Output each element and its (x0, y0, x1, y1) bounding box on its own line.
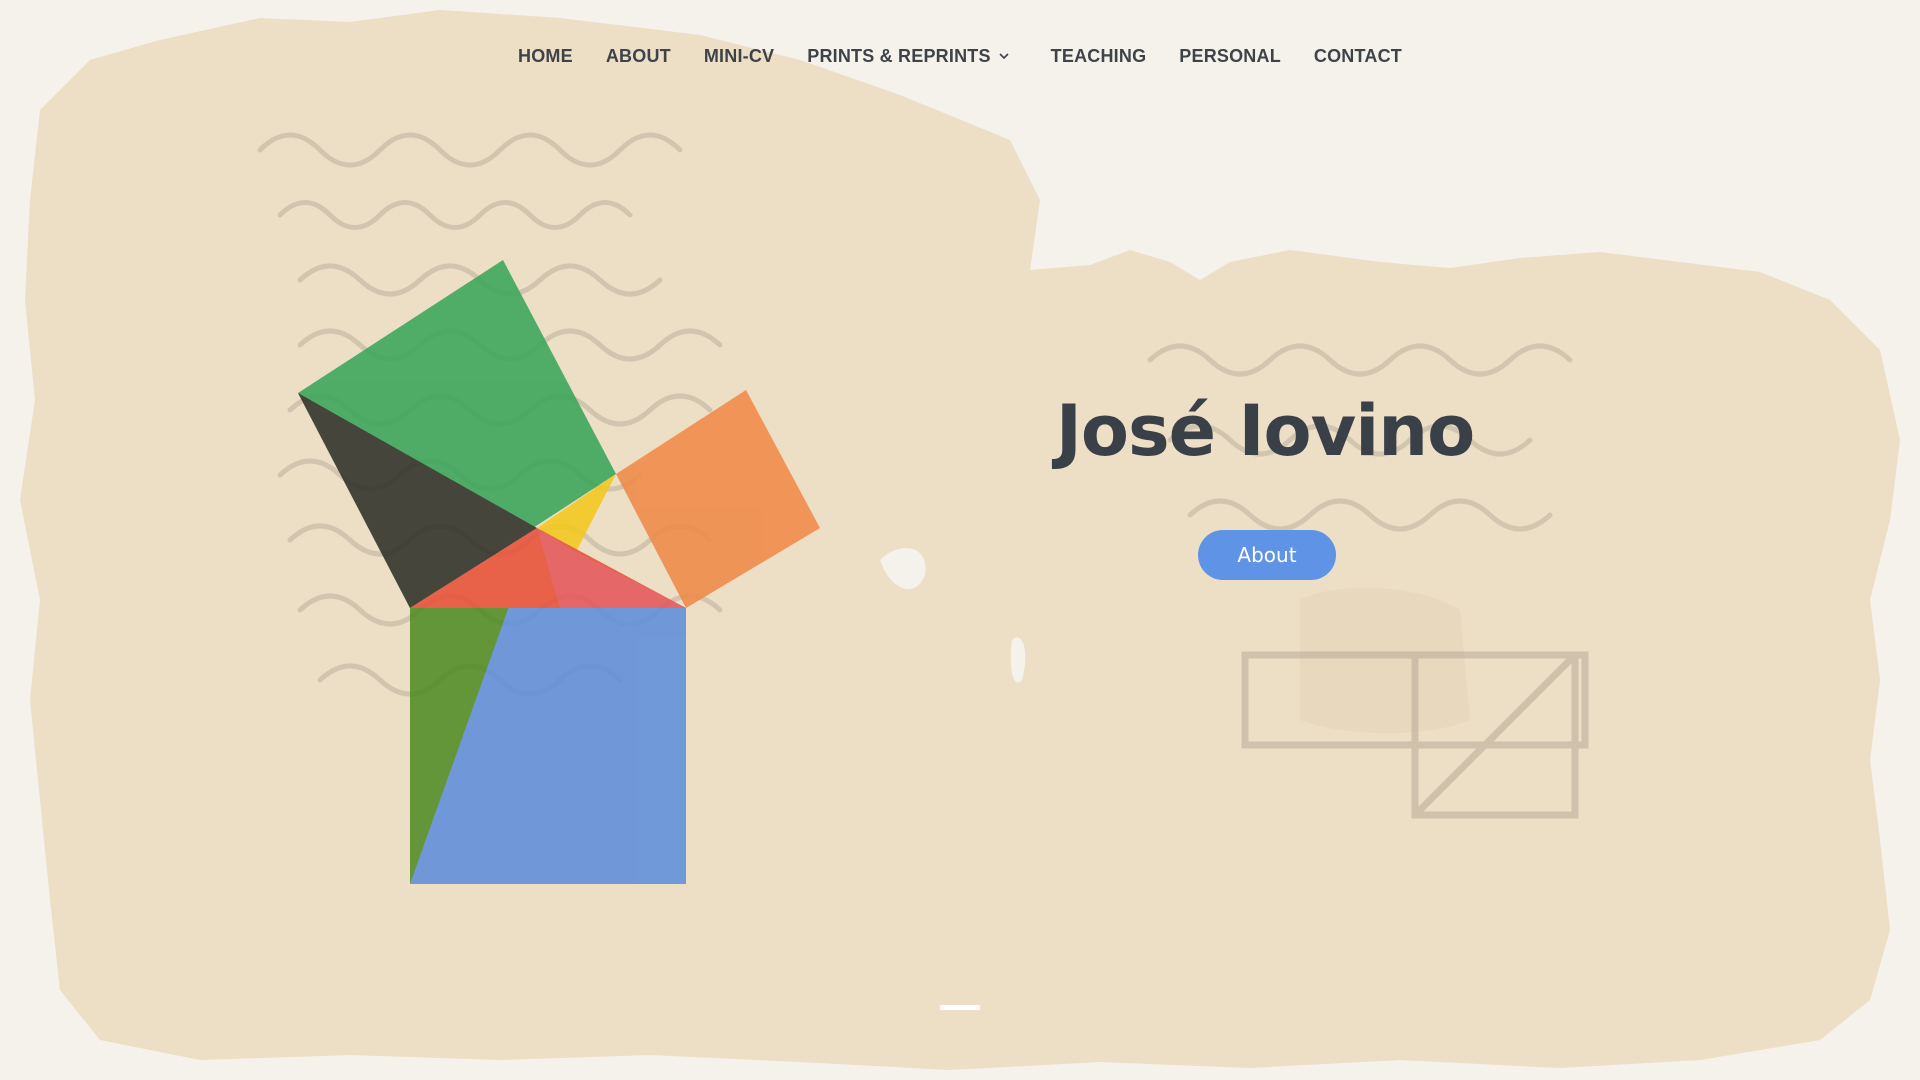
nav-item-about[interactable]: ABOUT (606, 46, 671, 67)
nav-item-personal[interactable]: PERSONAL (1179, 46, 1281, 67)
nav-item-label: PRINTS & REPRINTS (807, 45, 991, 66)
nav-item-home[interactable]: HOME (518, 46, 573, 67)
nav-item-contact[interactable]: CONTACT (1314, 46, 1402, 67)
about-button[interactable]: About (1198, 530, 1336, 580)
nav-item-label: CONTACT (1313, 45, 1402, 66)
nav-item-label: PERSONAL (1179, 45, 1281, 66)
nav-item-label: MINI-CV (703, 45, 775, 66)
nav-item-label: TEACHING (1050, 45, 1147, 66)
papyrus-background (20, 10, 1900, 1070)
main-nav: HOME ABOUT MINI-CV PRINTS & REPRINTS TEA… (0, 0, 1920, 112)
chevron-down-icon (999, 53, 1009, 60)
slider-indicator[interactable] (940, 1005, 980, 1010)
nav-item-teaching[interactable]: TEACHING (1051, 46, 1147, 67)
nav-item-label: ABOUT (605, 45, 671, 66)
page-title: José Iovino (1055, 390, 1475, 472)
nav-item-mini-cv[interactable]: MINI-CV (704, 46, 774, 67)
nav-item-label: HOME (518, 45, 573, 66)
nav-item-prints-reprints[interactable]: PRINTS & REPRINTS (807, 46, 1017, 67)
